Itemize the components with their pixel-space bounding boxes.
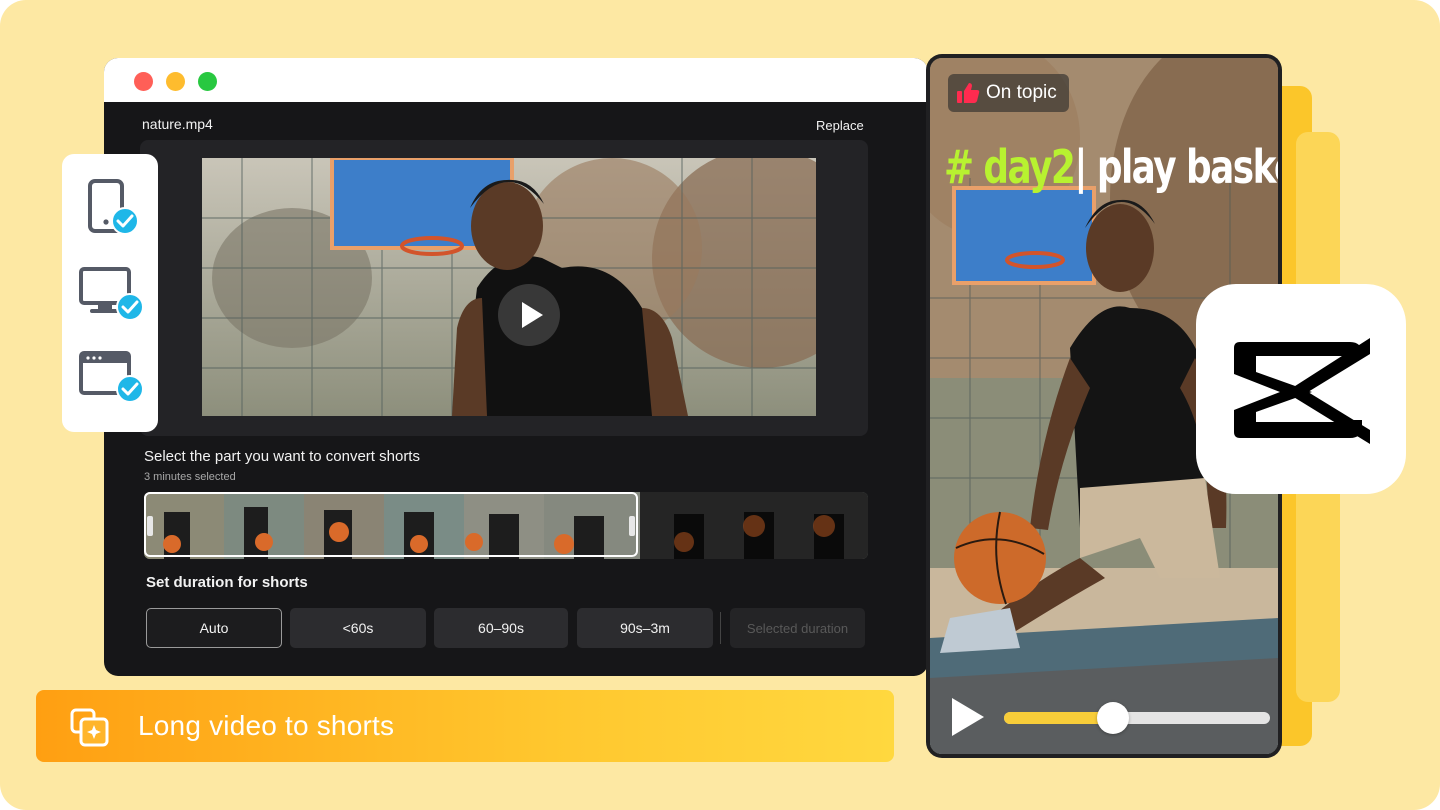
device-compatibility-panel bbox=[62, 154, 158, 432]
zoom-window-button[interactable] bbox=[198, 72, 217, 91]
thumbs-up-icon bbox=[957, 83, 980, 103]
duration-option-60-90s[interactable]: 60–90s bbox=[434, 608, 568, 648]
duration-option-under-60s[interactable]: <60s bbox=[290, 608, 426, 648]
selection-summary: 3 minutes selected bbox=[144, 471, 236, 483]
editor-window: nature.mp4 Replace Select the part you w… bbox=[104, 58, 928, 676]
video-preview[interactable] bbox=[202, 158, 816, 416]
badge-label: On topic bbox=[986, 82, 1057, 103]
range-end-handle[interactable] bbox=[629, 516, 635, 536]
file-name: nature.mp4 bbox=[142, 116, 213, 132]
capcut-logo-mark bbox=[1234, 338, 1370, 444]
short-caption: # day2| play basketball bbox=[944, 140, 1278, 194]
replace-button[interactable]: Replace bbox=[816, 118, 864, 133]
banner-title: Long video to shorts bbox=[138, 710, 395, 741]
short-play-button[interactable] bbox=[948, 694, 988, 740]
capcut-logo bbox=[1196, 284, 1406, 494]
option-divider bbox=[720, 612, 721, 644]
range-start-handle[interactable] bbox=[147, 516, 153, 536]
close-window-button[interactable] bbox=[134, 72, 153, 91]
sparkle-copy-icon bbox=[70, 708, 109, 747]
selection-title: Select the part you want to convert shor… bbox=[144, 448, 420, 465]
tablet-icon bbox=[88, 179, 139, 235]
duration-option-auto[interactable]: Auto bbox=[146, 608, 282, 648]
short-progress-bar[interactable] bbox=[1004, 702, 1270, 734]
custom-duration-field[interactable]: Selected duration bbox=[730, 608, 865, 648]
short-progress-knob[interactable] bbox=[1097, 702, 1130, 734]
feature-banner: Long video to shorts bbox=[36, 690, 894, 762]
duration-title: Set duration for shorts bbox=[146, 574, 308, 591]
play-button[interactable] bbox=[498, 284, 560, 346]
selection-range[interactable] bbox=[144, 492, 638, 557]
duration-option-90s-3m[interactable]: 90s–3m bbox=[577, 608, 713, 648]
play-icon bbox=[522, 302, 543, 328]
browser-window-icon bbox=[79, 351, 144, 403]
video-preview-area bbox=[140, 140, 868, 436]
on-topic-badge: On topic bbox=[948, 74, 1069, 112]
caption-text: | play basketball bbox=[1074, 140, 1278, 194]
caption-hashtag: # day2 bbox=[944, 140, 1076, 194]
minimize-window-button[interactable] bbox=[166, 72, 185, 91]
window-titlebar bbox=[104, 58, 928, 102]
desktop-icon bbox=[79, 267, 144, 321]
